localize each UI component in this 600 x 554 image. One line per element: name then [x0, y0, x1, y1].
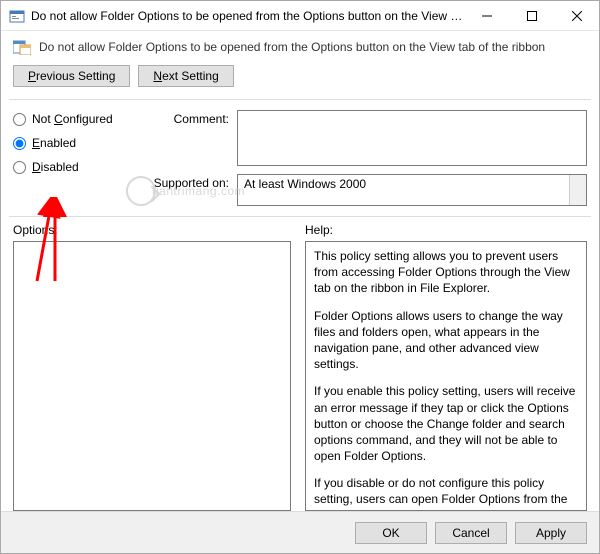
help-label: Help: — [305, 223, 587, 237]
apply-button[interactable]: Apply — [515, 522, 587, 544]
supported-box: At least Windows 2000 — [237, 174, 587, 206]
supported-label: Supported on: — [149, 174, 229, 190]
help-paragraph: If you disable or do not configure this … — [314, 475, 578, 511]
policy-title: Do not allow Folder Options to be opened… — [39, 40, 545, 54]
comment-input[interactable] — [237, 110, 587, 166]
close-button[interactable] — [554, 1, 599, 30]
options-label: Options: — [13, 223, 291, 237]
comment-label: Comment: — [149, 110, 229, 126]
next-setting-button[interactable]: Next Setting — [138, 65, 233, 87]
ok-button[interactable]: OK — [355, 522, 427, 544]
app-icon — [9, 8, 25, 24]
window-title: Do not allow Folder Options to be opened… — [31, 9, 464, 23]
minimize-button[interactable] — [464, 1, 509, 30]
help-paragraph: Folder Options allows users to change th… — [314, 308, 578, 373]
help-box: This policy setting allows you to preven… — [305, 241, 587, 511]
not-configured-label[interactable]: Not Configured — [32, 112, 113, 126]
disabled-radio[interactable] — [13, 161, 26, 174]
options-box — [13, 241, 291, 511]
enabled-label[interactable]: Enabled — [32, 136, 76, 150]
supported-value: At least Windows 2000 — [244, 177, 366, 191]
help-paragraph: This policy setting allows you to preven… — [314, 248, 578, 297]
policy-icon — [13, 39, 31, 55]
cancel-button[interactable]: Cancel — [435, 522, 507, 544]
enabled-radio[interactable] — [13, 137, 26, 150]
help-paragraph: If you enable this policy setting, users… — [314, 383, 578, 464]
disabled-label[interactable]: Disabled — [32, 160, 79, 174]
maximize-button[interactable] — [509, 1, 554, 30]
not-configured-radio[interactable] — [13, 113, 26, 126]
previous-setting-button[interactable]: Previous Setting — [13, 65, 130, 87]
